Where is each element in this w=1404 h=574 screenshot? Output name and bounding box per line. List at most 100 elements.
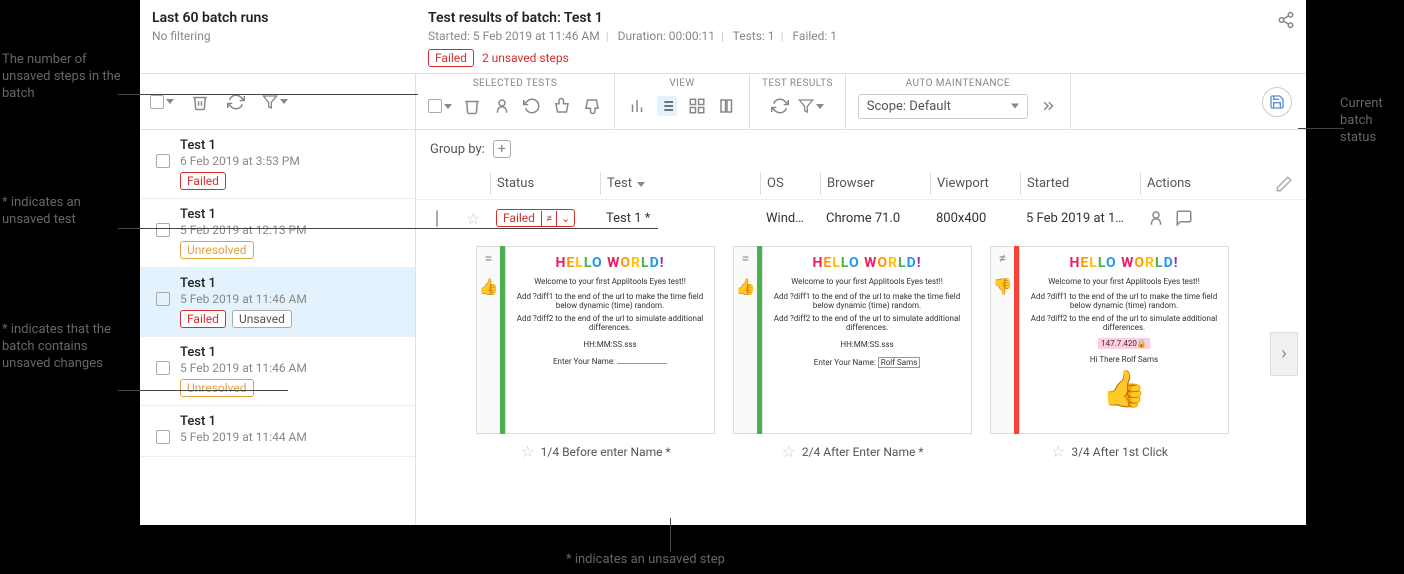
edit-columns-icon[interactable] xyxy=(1274,174,1294,194)
col-test[interactable]: Test xyxy=(600,172,760,195)
star-icon[interactable]: ☆ xyxy=(782,442,796,461)
status-pill[interactable]: Failed ≠ ⌄ xyxy=(496,209,575,227)
sidebar-filter: No filtering xyxy=(152,29,404,43)
step-thumbnails: =👍HELLO WORLD!Welcome to your first Appl… xyxy=(416,236,1306,471)
batch-date: 5 Feb 2019 at 11:46 AM xyxy=(180,292,403,306)
undo-icon[interactable] xyxy=(522,96,542,116)
step-thumbnail[interactable]: ≠👎HELLO WORLD!Welcome to your first Appl… xyxy=(990,246,1229,461)
thumbs-down-icon[interactable] xyxy=(582,96,602,116)
batch-item[interactable]: Test 15 Feb 2019 at 12:13 PM Unresolved xyxy=(140,199,415,268)
batch-name: Test 1 xyxy=(180,414,403,429)
assignee-icon[interactable] xyxy=(1146,208,1166,228)
col-status[interactable]: Status xyxy=(490,172,600,195)
diff-flag-icon: ≠ xyxy=(541,211,556,226)
list-view-icon[interactable] xyxy=(657,96,677,116)
scope-select[interactable]: Scope: Default xyxy=(858,94,1028,119)
test-row[interactable]: ☆ Failed ≠ ⌄ Test 1 * Wind… Chrome 71.0 … xyxy=(416,200,1306,236)
star-icon[interactable]: ☆ xyxy=(520,442,534,461)
batch-checkbox[interactable] xyxy=(156,154,170,168)
batch-item[interactable]: Test 15 Feb 2019 at 11:46 AM Failed Unsave… xyxy=(140,268,415,337)
badge-unresolved: Unresolved xyxy=(180,241,254,259)
annotation-batch-status: Current batch status xyxy=(1340,96,1400,147)
batch-checkbox[interactable] xyxy=(156,292,170,306)
main-panel: Group by: + Status Test OS Browser Viewp… xyxy=(416,130,1306,525)
batch-name: Test 1 xyxy=(180,138,403,153)
badge-failed: Failed xyxy=(180,172,226,190)
filter-results-icon[interactable] xyxy=(798,98,824,114)
star-icon[interactable]: ☆ xyxy=(466,209,480,228)
grid-view-icon[interactable] xyxy=(687,96,707,116)
batch-date: 5 Feb 2019 at 12:13 PM xyxy=(180,223,403,237)
annotation-batch-unsaved: * indicates that the batch contains unsa… xyxy=(2,322,132,373)
badge-failed: Failed xyxy=(180,310,226,328)
sidebar-header: Last 60 batch runs No filtering xyxy=(140,0,416,73)
group-by: Group by: + xyxy=(416,130,1306,168)
col-started[interactable]: Started xyxy=(1020,172,1140,195)
batch-name: Test 1 xyxy=(180,276,403,291)
badge-unsaved: Unsaved xyxy=(232,310,292,328)
table-header: Status Test OS Browser Viewport Started … xyxy=(416,168,1306,200)
save-button[interactable] xyxy=(1262,87,1292,117)
row-test: Test 1 * xyxy=(600,211,760,226)
details-header: Test results of batch: Test 1 Started: 5… xyxy=(416,0,1306,73)
badge-unresolved: Unresolved xyxy=(180,379,254,397)
section-view-label: VIEW xyxy=(669,78,694,89)
assign-icon[interactable] xyxy=(492,96,512,116)
col-viewport[interactable]: Viewport xyxy=(930,172,1020,195)
batch-item[interactable]: Test 15 Feb 2019 at 11:46 AM Unresolved xyxy=(140,337,415,406)
section-auto-label: AUTO MAINTENANCE xyxy=(906,78,1010,89)
status-badge: Failed xyxy=(428,49,474,67)
section-selected-label: SELECTED TESTS xyxy=(473,78,558,89)
col-actions: Actions xyxy=(1140,172,1230,195)
delete-icon[interactable] xyxy=(190,92,210,112)
batch-date: 6 Feb 2019 at 3:53 PM xyxy=(180,154,403,168)
batch-list[interactable]: Test 16 Feb 2019 at 3:53 PMFailedTest 15… xyxy=(140,130,416,525)
sidebar-title: Last 60 batch runs xyxy=(152,10,404,26)
annotation-step-unsaved: * indicates an unsaved step xyxy=(566,552,725,569)
details-meta: Started: 5 Feb 2019 at 11:46 AM| Duratio… xyxy=(428,29,1294,43)
chart-view-icon[interactable] xyxy=(627,96,647,116)
delete-test-icon[interactable] xyxy=(462,96,482,116)
batch-name: Test 1 xyxy=(180,207,403,222)
add-group-icon[interactable]: + xyxy=(493,140,511,158)
annotation-unsaved-test: * indicates an unsaved test xyxy=(2,195,132,229)
details-title: Test results of batch: Test 1 xyxy=(428,10,1294,26)
filter-icon[interactable] xyxy=(262,94,288,110)
batch-item[interactable]: Test 15 Feb 2019 at 11:44 AM xyxy=(140,406,415,457)
toolbar: SELECTED TESTS VIEW xyxy=(140,74,1306,130)
col-browser[interactable]: Browser xyxy=(820,172,930,195)
refresh-icon[interactable] xyxy=(226,92,246,112)
annotation-unsaved-count: The number of unsaved steps in the batch xyxy=(2,52,132,103)
step-thumbnail[interactable]: =👍HELLO WORLD!Welcome to your first Appl… xyxy=(733,246,972,461)
refresh-results-icon[interactable] xyxy=(770,96,790,116)
batch-date: 5 Feb 2019 at 11:46 AM xyxy=(180,361,403,375)
star-icon[interactable]: ☆ xyxy=(1051,442,1065,461)
header: Last 60 batch runs No filtering Test res… xyxy=(140,0,1306,74)
steps-view-icon[interactable] xyxy=(717,96,737,116)
share-icon[interactable] xyxy=(1276,10,1296,30)
next-icon[interactable]: › xyxy=(1270,332,1298,376)
row-viewport: 800x400 xyxy=(930,211,1020,226)
batch-item[interactable]: Test 16 Feb 2019 at 3:53 PM Failed xyxy=(140,130,415,199)
thumb-caption: 3/4 After 1st Click xyxy=(1071,445,1168,459)
row-os: Wind… xyxy=(760,211,820,226)
thumbs-up-icon[interactable] xyxy=(552,96,572,116)
thumb-caption: 2/4 After Enter Name * xyxy=(802,445,924,459)
unsaved-steps-text: 2 unsaved steps xyxy=(482,51,569,65)
col-os[interactable]: OS xyxy=(760,172,820,195)
batch-select-all[interactable] xyxy=(150,95,174,109)
step-thumbnail[interactable]: =👍HELLO WORLD!Welcome to your first Appl… xyxy=(476,246,715,461)
batch-checkbox[interactable] xyxy=(156,430,170,444)
thumb-caption: 1/4 Before enter Name * xyxy=(541,445,671,459)
batch-name: Test 1 xyxy=(180,345,403,360)
row-checkbox[interactable] xyxy=(436,210,438,227)
comment-icon[interactable] xyxy=(1174,208,1194,228)
test-select-all[interactable] xyxy=(428,99,452,113)
row-browser: Chrome 71.0 xyxy=(820,211,930,226)
chevron-down-icon: ⌄ xyxy=(556,211,574,226)
row-started: 5 Feb 2019 at 1… xyxy=(1020,211,1140,226)
batch-checkbox[interactable] xyxy=(156,223,170,237)
apply-icon[interactable] xyxy=(1038,96,1058,116)
batch-checkbox[interactable] xyxy=(156,361,170,375)
batch-date: 5 Feb 2019 at 11:44 AM xyxy=(180,430,403,444)
